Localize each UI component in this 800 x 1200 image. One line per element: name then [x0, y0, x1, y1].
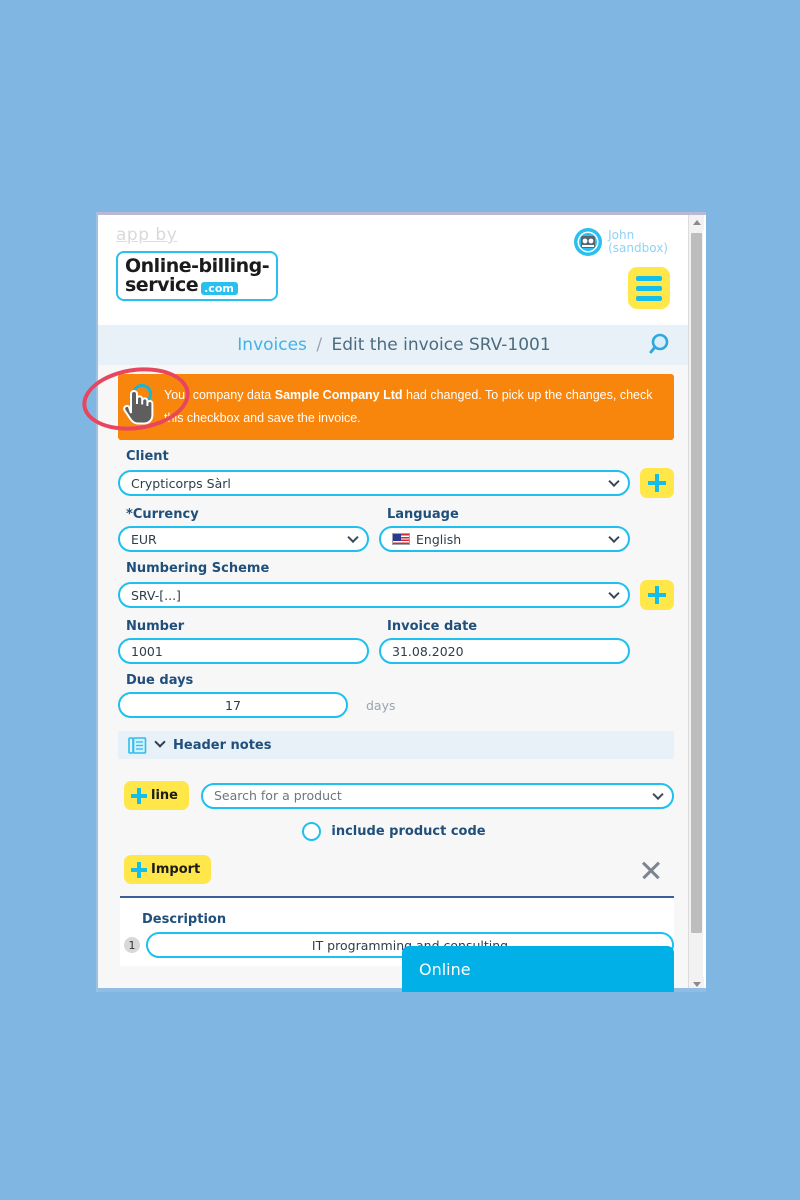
- close-icon[interactable]: [638, 857, 664, 883]
- chevron-down-icon: [347, 531, 359, 544]
- language-select[interactable]: English: [379, 526, 630, 553]
- add-line-row: line Search for a product: [124, 781, 674, 811]
- logo-tld: .com: [201, 282, 238, 295]
- breadcrumb: Invoices / Edit the invoice SRV-1001: [237, 335, 550, 355]
- number-date-group: Number Invoice date 1001 31.08.2020: [98, 610, 690, 665]
- description-column-header: Description: [142, 912, 227, 928]
- import-label: Import: [151, 862, 201, 878]
- include-product-code-checkbox[interactable]: [302, 822, 322, 842]
- pick-up-changes-checkbox[interactable]: [132, 384, 152, 404]
- vertical-scrollbar[interactable]: [688, 215, 704, 992]
- scroll-down-arrow-icon[interactable]: [689, 977, 704, 992]
- search-icon[interactable]: [644, 331, 672, 359]
- breadcrumb-bar: Invoices / Edit the invoice SRV-1001: [98, 325, 690, 365]
- add-client-button[interactable]: [640, 468, 674, 499]
- client-field-group: Client Crypticorps Sàrl: [98, 449, 690, 499]
- currency-label: *Currency: [126, 507, 369, 522]
- currency-value: EUR: [131, 531, 157, 547]
- product-search-placeholder: Search for a product: [213, 788, 342, 804]
- number-input[interactable]: 1001: [118, 638, 369, 665]
- us-flag-icon: [392, 533, 410, 546]
- currency-label-text: Currency: [132, 507, 199, 523]
- numbering-scheme-group: Numbering Scheme SRV-[...]: [98, 561, 690, 611]
- header-notes-section[interactable]: Header notes: [118, 731, 674, 760]
- avatar: [574, 228, 603, 256]
- chevron-down-icon: [652, 788, 664, 800]
- alert-company-name: Sample Company Ltd: [274, 388, 403, 402]
- include-product-code-label: include product code: [331, 824, 486, 840]
- language-label: Language: [387, 507, 459, 523]
- company-data-changed-alert: Your company data Sample Company Ltd had…: [118, 374, 674, 441]
- numbering-scheme-value: SRV-[...]: [131, 587, 181, 603]
- client-select[interactable]: Crypticorps Sàrl: [118, 470, 630, 497]
- client-label: Client: [126, 449, 169, 465]
- numbering-scheme-select[interactable]: SRV-[...]: [118, 582, 630, 609]
- number-label: Number: [126, 619, 185, 635]
- number-value: 1001: [131, 643, 163, 659]
- add-numbering-scheme-button[interactable]: [640, 580, 674, 611]
- plus-icon: [131, 787, 147, 804]
- currency-language-group: *Currency Language EUR English: [98, 498, 690, 553]
- hamburger-menu-button[interactable]: [628, 267, 670, 309]
- import-button[interactable]: Import: [124, 855, 212, 885]
- scroll-up-arrow-icon[interactable]: [689, 215, 704, 230]
- due-days-group: Due days 17 days: [98, 673, 690, 719]
- product-search-select[interactable]: Search for a product: [200, 782, 674, 809]
- add-line-label: line: [151, 788, 178, 804]
- site-header: app by Online-billing- service .com John…: [98, 215, 690, 325]
- hamburger-bar-2: [636, 285, 662, 291]
- page-content: Your company data Sample Company Ltd had…: [98, 374, 690, 967]
- invoice-date-input[interactable]: 31.08.2020: [379, 638, 630, 665]
- currency-required-marker: *: [126, 507, 133, 523]
- user-account[interactable]: John (sandbox): [574, 228, 668, 256]
- invoice-date-value: 31.08.2020: [392, 643, 464, 659]
- breadcrumb-parent-link[interactable]: Invoices: [237, 335, 307, 355]
- online-status-tooltip[interactable]: Online: [402, 946, 674, 992]
- due-days-input[interactable]: 17: [118, 692, 348, 719]
- chevron-down-icon: [608, 531, 620, 544]
- due-days-suffix: days: [366, 697, 396, 713]
- line-number-badge: 1: [124, 937, 140, 954]
- due-days-value: 17: [225, 697, 241, 713]
- user-mode: (sandbox): [608, 241, 668, 255]
- header-notes-label: Header notes: [173, 737, 272, 753]
- note-icon: [128, 736, 147, 754]
- alert-text-before: Your company data: [164, 388, 275, 402]
- chevron-down-icon: [608, 587, 620, 600]
- language-value: English: [416, 531, 462, 547]
- online-tooltip-label: Online: [419, 959, 471, 979]
- due-days-label: Due days: [126, 673, 194, 689]
- page-viewport: app by Online-billing- service .com John…: [98, 215, 690, 992]
- user-face-icon: [577, 231, 599, 253]
- chevron-down-icon: [608, 475, 620, 488]
- include-product-code-row: include product code: [98, 822, 690, 842]
- plus-icon: [131, 861, 147, 878]
- client-value: Crypticorps Sàrl: [131, 475, 231, 491]
- logo-line-2: service: [125, 274, 199, 296]
- numbering-scheme-label: Numbering Scheme: [126, 561, 270, 577]
- app-window: app by Online-billing- service .com John…: [96, 212, 706, 992]
- breadcrumb-separator: /: [316, 335, 323, 355]
- scrollbar-thumb[interactable]: [691, 233, 702, 933]
- currency-select[interactable]: EUR: [118, 526, 369, 553]
- breadcrumb-current: Edit the invoice SRV-1001: [331, 335, 551, 355]
- add-line-button[interactable]: line: [124, 781, 189, 811]
- hamburger-bar-3: [636, 295, 662, 301]
- invoice-date-label: Invoice date: [387, 619, 478, 635]
- import-row: Import: [124, 855, 674, 885]
- hamburger-bar-1: [636, 275, 662, 281]
- chevron-down-icon: [154, 736, 166, 748]
- site-logo[interactable]: Online-billing- service .com: [116, 251, 279, 301]
